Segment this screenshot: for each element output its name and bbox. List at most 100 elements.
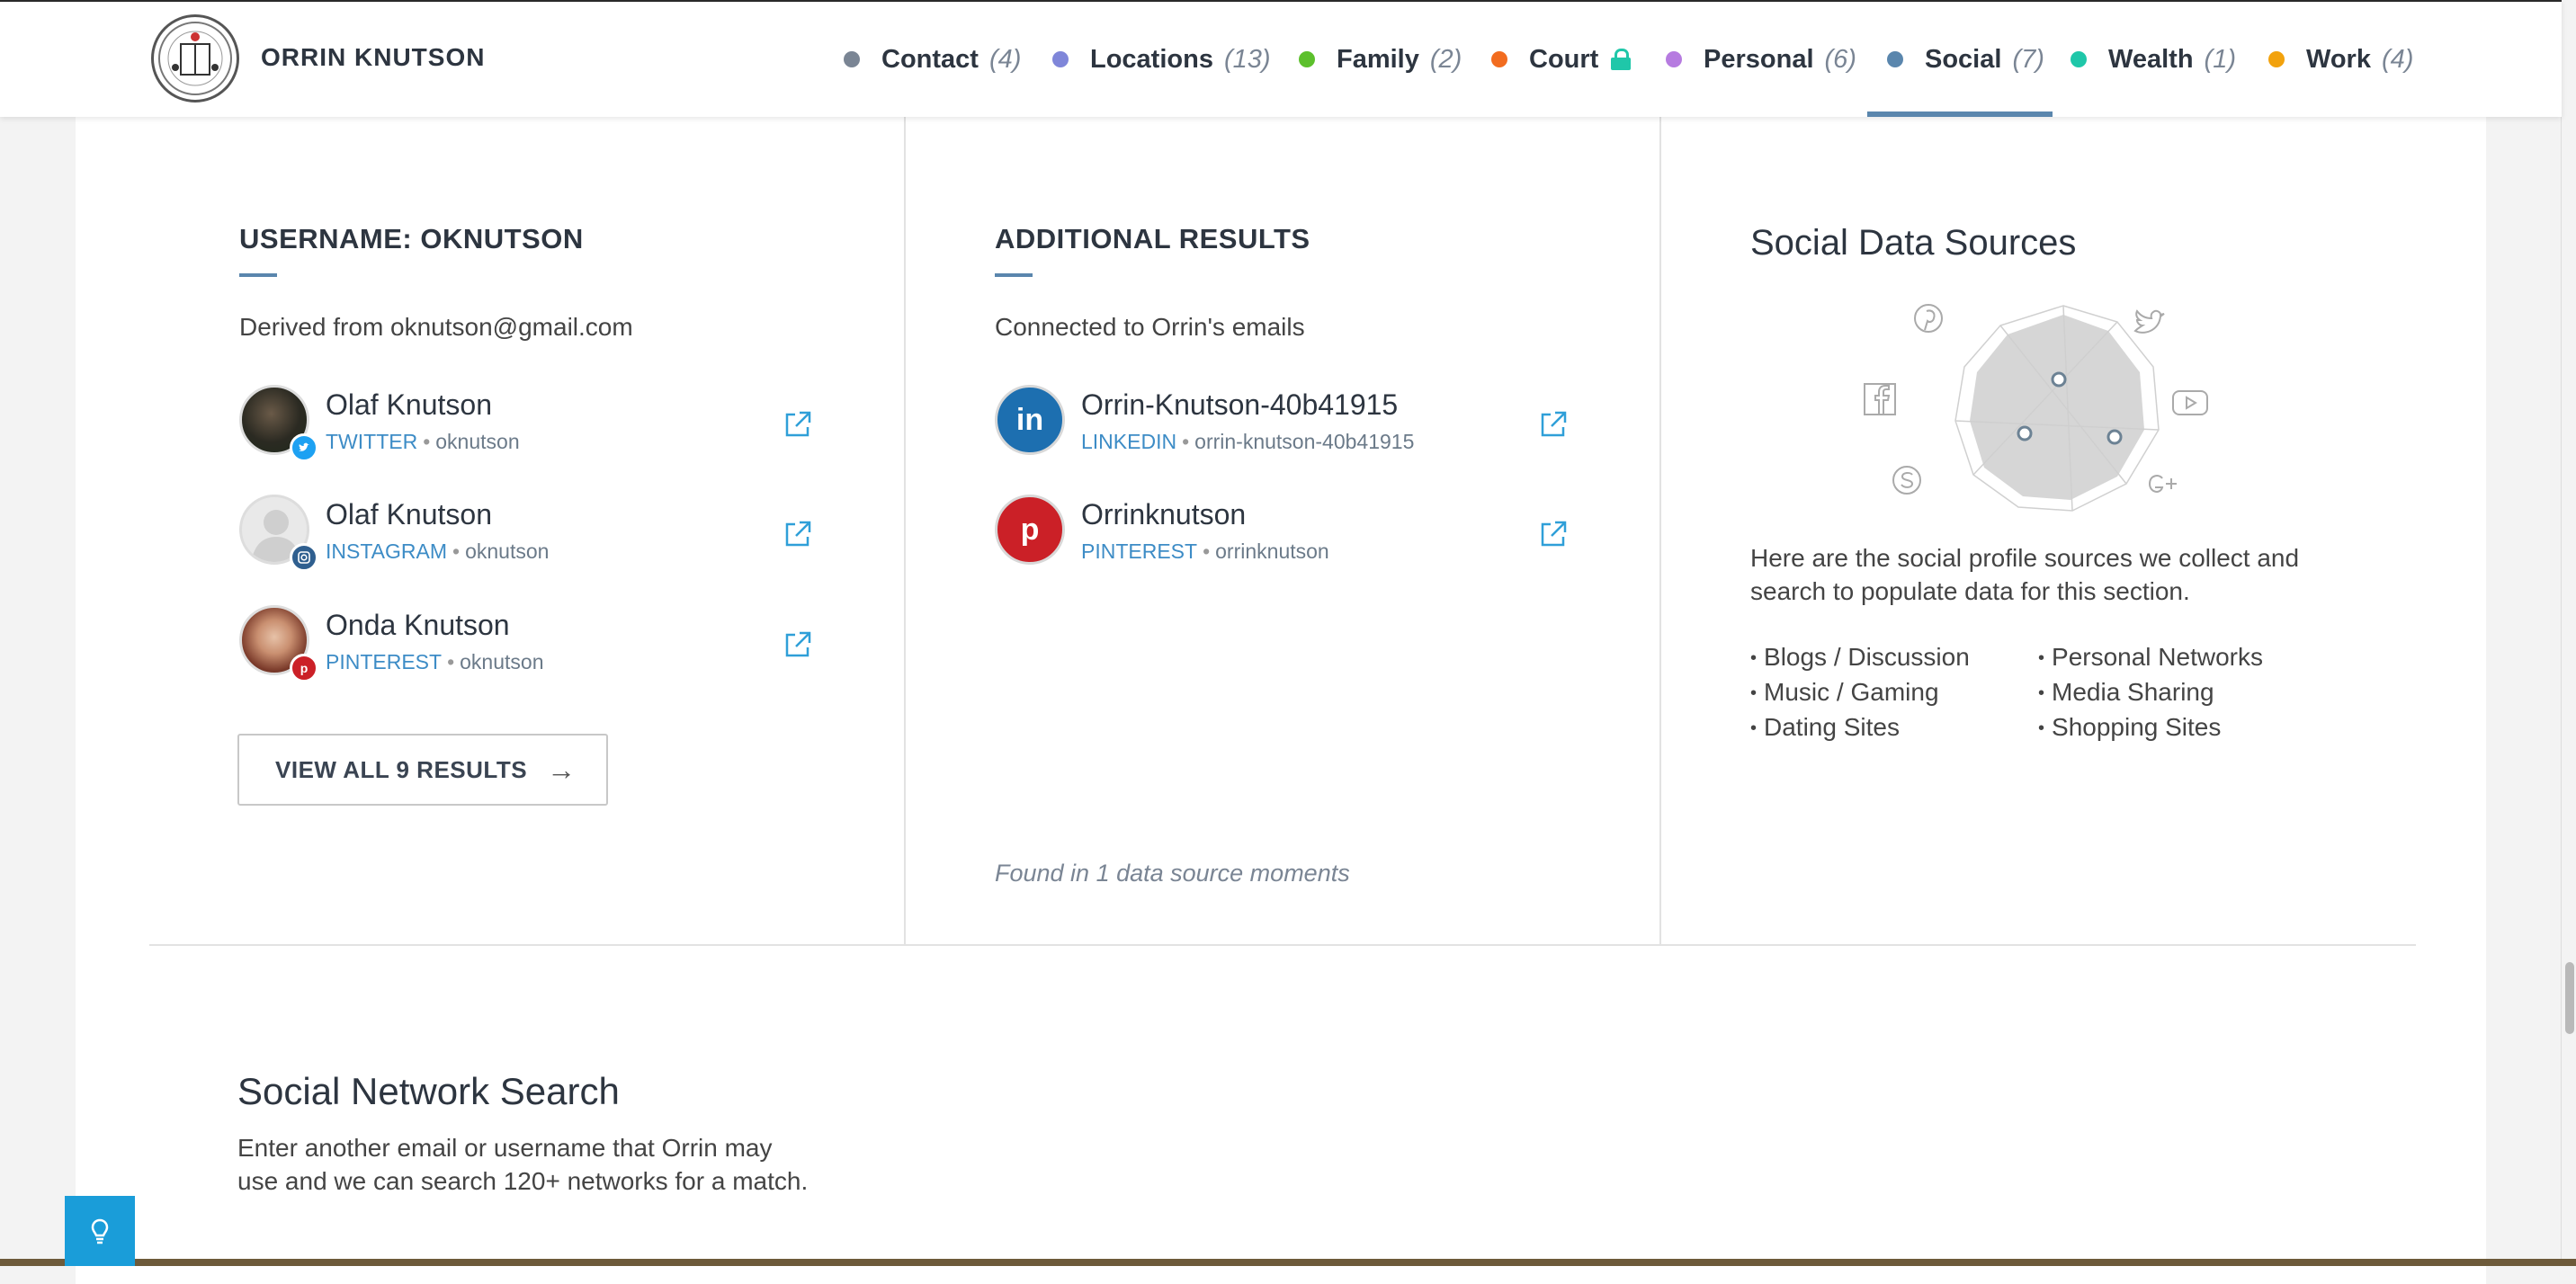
meta-separator: • (452, 539, 461, 563)
instagram-icon (290, 543, 318, 572)
external-link-icon[interactable] (1538, 519, 1569, 549)
view-all-results-button[interactable]: VIEW ALL 9 RESULTS → (237, 734, 608, 806)
section-divider (149, 944, 2416, 946)
tab-locations[interactable]: Locations (13) (1052, 2, 1271, 117)
additional-results-subtitle: Connected to Orrin's emails (995, 313, 1305, 341)
pinterest-icon: p (995, 495, 1065, 565)
tab-dot (1666, 51, 1682, 67)
result-meta: LINKEDIN • orrin-knutson-40b41915 (1081, 430, 1414, 454)
source-list-left: Blogs / Discussion Music / Gaming Dating… (1750, 640, 1970, 745)
tab-dot (1052, 51, 1069, 67)
list-item: Personal Networks (2038, 640, 2263, 675)
google-plus-icon (2148, 475, 2177, 493)
pinterest-icon (1914, 304, 1943, 333)
title-underline (239, 273, 277, 277)
external-link-icon[interactable] (1538, 409, 1569, 440)
result-network: LINKEDIN (1081, 430, 1177, 453)
title-underline (995, 273, 1033, 277)
tab-wealth[interactable]: Wealth (1) (2071, 2, 2236, 117)
tab-label: Wealth (2108, 44, 2194, 74)
found-in-sources-text: Found in 1 data source moments (995, 860, 1350, 887)
tab-count: (6) (1824, 44, 1856, 74)
bottom-strip (0, 1259, 2576, 1266)
meta-separator: • (1203, 539, 1211, 563)
tab-count: (4) (2381, 44, 2414, 74)
tab-label: Locations (1090, 44, 1213, 74)
lightbulb-icon (91, 1218, 109, 1244)
list-item: Blogs / Discussion (1750, 640, 1970, 675)
tab-label: Personal (1704, 44, 1814, 74)
tab-contact[interactable]: Contact (4) (844, 2, 1021, 117)
external-link-icon[interactable] (783, 519, 813, 549)
tab-count: (13) (1223, 44, 1271, 74)
column-divider (904, 115, 906, 944)
tab-work[interactable]: Work (4) (2268, 2, 2413, 117)
tab-count: (7) (2012, 44, 2044, 74)
result-handle: orrinknutson (1215, 539, 1329, 563)
tab-dot (1491, 51, 1507, 67)
meta-separator: • (1182, 430, 1190, 453)
result-name: Olaf Knutson (326, 498, 492, 531)
linkedin-glyph: in (1015, 402, 1044, 437)
tab-family[interactable]: Family (2) (1299, 2, 1462, 117)
youtube-icon (2172, 390, 2208, 415)
tab-label: Social (1925, 44, 2002, 74)
result-meta: INSTAGRAM • oknutson (326, 539, 549, 564)
result-name: Orrinknutson (1081, 498, 1247, 531)
arrow-right-icon: → (547, 753, 577, 786)
tab-personal[interactable]: Personal (6) (1666, 2, 1856, 117)
result-meta: TWITTER • oknutson (326, 430, 520, 454)
external-link-icon[interactable] (783, 409, 813, 440)
social-section-card: USERNAME: OKNUTSON Derived from oknutson… (76, 115, 2486, 1284)
tab-label: Family (1337, 44, 1419, 74)
source-list-right: Personal Networks Media Sharing Shopping… (2038, 640, 2263, 745)
external-link-icon[interactable] (783, 629, 813, 660)
result-handle: orrin-knutson-40b41915 (1194, 430, 1415, 453)
result-name: Olaf Knutson (326, 388, 492, 421)
result-network: PINTEREST (326, 650, 443, 673)
tab-social[interactable]: Social (7) (1867, 2, 2053, 117)
result-handle: oknutson (465, 539, 550, 563)
tab-dot (2268, 51, 2285, 67)
result-meta: PINTEREST • oknutson (326, 650, 544, 674)
list-item: Dating Sites (1750, 710, 1970, 745)
tab-court[interactable]: Court (1491, 2, 1632, 117)
result-name: Orrin-Knutson-40b41915 (1081, 388, 1399, 421)
list-item: Shopping Sites (2038, 710, 2263, 745)
page-scrollbar[interactable] (2561, 0, 2576, 1266)
social-network-search-description: Enter another email or username that Orr… (237, 1134, 809, 1195)
logo-icon[interactable] (151, 14, 239, 103)
skype-icon (1892, 466, 1921, 495)
tab-label: Work (2306, 44, 2371, 74)
tab-label: Contact (881, 44, 979, 74)
tab-dot (844, 51, 860, 67)
person-name: ORRIN KNUTSON (261, 43, 486, 71)
result-handle: oknutson (435, 430, 520, 453)
tab-count: (1) (2204, 44, 2236, 74)
list-item: Media Sharing (2038, 675, 2263, 710)
result-network: INSTAGRAM (326, 539, 448, 563)
social-data-sources-description: Here are the social profile sources we c… (1750, 544, 2300, 605)
scrollbar-thumb[interactable] (2565, 962, 2574, 1034)
tab-dot (1887, 51, 1903, 67)
list-item: Music / Gaming (1750, 675, 1970, 710)
twitter-icon (290, 433, 318, 462)
help-button[interactable] (65, 1196, 135, 1266)
meta-separator: • (423, 430, 431, 453)
facebook-icon (1864, 383, 1896, 415)
pinterest-icon: p (290, 654, 318, 682)
result-name: Onda Knutson (326, 609, 510, 641)
lock-icon (1611, 49, 1632, 70)
button-label: VIEW ALL 9 RESULTS (275, 755, 528, 783)
tab-dot (1299, 51, 1315, 67)
social-data-sources-title: Social Data Sources (1750, 223, 2077, 263)
twitter-icon (2133, 309, 2165, 334)
additional-results-title: ADDITIONAL RESULTS (995, 223, 1310, 254)
tab-count: (4) (988, 44, 1022, 74)
column-divider (1659, 115, 1661, 944)
tab-count: (2) (1429, 44, 1462, 74)
pinterest-glyph: p (1020, 512, 1040, 547)
linkedin-icon: in (995, 385, 1065, 455)
result-network: TWITTER (326, 430, 418, 453)
username-subtitle: Derived from oknutson@gmail.com (239, 313, 633, 341)
